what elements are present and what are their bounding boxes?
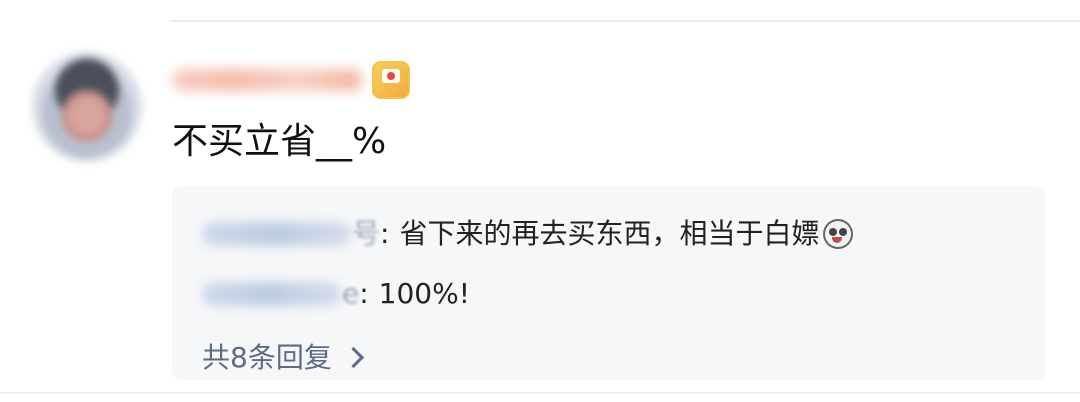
view-all-replies-link[interactable]: 共8条回复 <box>202 334 364 378</box>
reply-text: 100%! <box>378 277 470 310</box>
reply-username-suffix[interactable]: 号 <box>352 212 380 256</box>
reply-username-blurred[interactable] <box>202 282 342 306</box>
view-all-replies-label[interactable]: 共8条回复 <box>202 336 332 376</box>
top-divider <box>170 20 1080 22</box>
avatar[interactable] <box>32 52 142 162</box>
username-blurred[interactable] <box>172 69 362 91</box>
reply-item-2: e : 100%! <box>202 272 470 316</box>
bottom-divider <box>0 392 1080 394</box>
comment-header <box>172 58 410 102</box>
chevron-right-icon <box>342 346 364 368</box>
comment-text: 不买立省__% <box>172 121 387 162</box>
reply-separator: : <box>380 217 390 250</box>
shock-face-icon <box>823 219 854 249</box>
reply-username-suffix[interactable]: e <box>342 272 359 316</box>
reply-preview-box[interactable]: 号 : 省下来的再去买东西，相当于白嫖 e : 100%! 共8条回复 <box>172 186 1046 380</box>
reply-item-1: 号 : 省下来的再去买东西，相当于白嫖 <box>202 212 854 256</box>
reply-text: 省下来的再去买东西，相当于白嫖 <box>399 217 820 250</box>
reply-username-blurred[interactable] <box>202 222 352 246</box>
vip-badge-icon <box>372 61 410 99</box>
reply-separator: : <box>359 277 369 310</box>
